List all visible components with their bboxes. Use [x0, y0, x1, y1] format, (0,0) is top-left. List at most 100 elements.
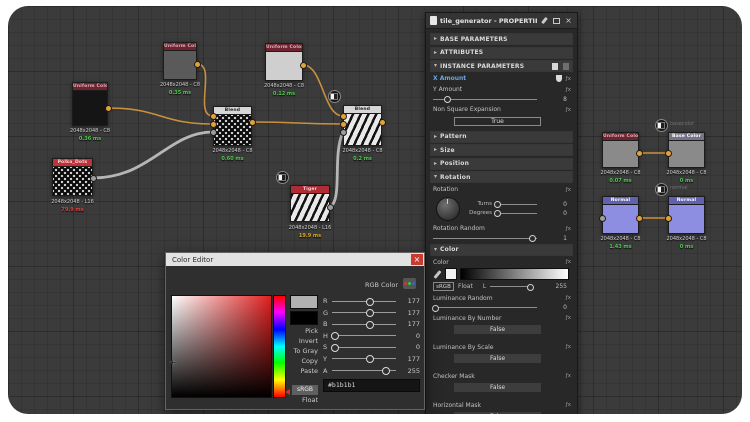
node-pin[interactable] [340, 121, 347, 128]
slider-knob[interactable] [331, 332, 339, 340]
function-icon[interactable]: ƒx [566, 344, 571, 350]
node-pin[interactable] [210, 113, 217, 120]
node-pin[interactable] [90, 175, 97, 182]
channel-slider-b[interactable]: B177 [323, 320, 420, 328]
copy-button[interactable]: Copy [270, 356, 318, 366]
node-tiger[interactable]: Tiger [290, 185, 330, 222]
function-icon[interactable]: ƒx [566, 295, 571, 301]
section-size[interactable]: ▸Size [430, 144, 573, 156]
param-x-amount[interactable]: X Amount ƒx [433, 74, 573, 84]
node-pin[interactable] [599, 215, 606, 222]
function-icon[interactable]: ƒx [566, 107, 571, 113]
paste-button[interactable]: Paste [270, 366, 318, 376]
node-pin[interactable] [340, 113, 347, 120]
channel-slider-h[interactable]: H0 [323, 332, 420, 340]
node-pin[interactable] [249, 119, 256, 126]
preset-load-icon[interactable] [563, 63, 569, 70]
slider-knob[interactable] [366, 309, 374, 317]
slider-knob[interactable] [366, 355, 374, 363]
function-icon[interactable]: ƒx [566, 226, 571, 232]
preset-save-icon[interactable] [552, 63, 558, 70]
node-uniform-color-3[interactable]: Uniform Color [265, 43, 303, 81]
channel-slider-y[interactable]: Y177 [323, 355, 420, 363]
node-uniform-color-4[interactable]: Uniform Color [602, 132, 639, 168]
node-pin[interactable] [327, 204, 334, 211]
function-icon[interactable]: ƒx [566, 187, 571, 193]
slider-knob[interactable] [444, 96, 451, 103]
section-rotation[interactable]: ▾ Rotation [430, 171, 573, 183]
function-icon[interactable]: ƒx [566, 373, 571, 379]
float-label[interactable]: Float [270, 395, 318, 405]
eyedropper-icon[interactable] [433, 270, 441, 279]
node-pin[interactable] [340, 129, 347, 136]
color-mode-label[interactable]: RGB Color [365, 281, 398, 289]
slider-knob[interactable] [494, 210, 501, 217]
section-pattern[interactable]: ▸Pattern [430, 131, 573, 143]
section-position[interactable]: ▸Position [430, 158, 573, 170]
slider-knob[interactable] [529, 235, 536, 242]
node-graph-canvas[interactable]: Uniform Color2048x2048 - C80.36 msUnifor… [8, 6, 742, 414]
luminance-by-number-button[interactable]: False [454, 325, 541, 334]
srgb-button[interactable]: sRGB [433, 282, 454, 291]
node-pin[interactable] [300, 62, 307, 69]
checker-mask-button[interactable]: False [454, 383, 541, 392]
channel-slider-r[interactable]: R177 [323, 297, 420, 305]
output-badge-icon[interactable] [655, 183, 668, 196]
node-pin[interactable] [665, 150, 672, 157]
node-pin[interactable] [665, 215, 672, 222]
y-amount-slider[interactable]: 8 [433, 95, 573, 104]
node-uniform-color-2[interactable]: Uniform Color [163, 42, 197, 80]
invert-button[interactable]: Invert [270, 336, 318, 346]
slider-knob[interactable] [366, 321, 374, 329]
color-editor-titlebar[interactable]: Color Editor × [166, 253, 424, 266]
saturation-value-picker[interactable]: + [171, 295, 272, 398]
degrees-slider[interactable]: Degrees 0 [466, 209, 573, 218]
non-square-expansion-button[interactable]: True [454, 117, 541, 126]
node-pin[interactable] [105, 105, 112, 112]
node-uniform-color-1[interactable]: Uniform Color [72, 82, 108, 126]
channel-slider-g[interactable]: G177 [323, 309, 420, 317]
pick-button[interactable]: Pick [270, 326, 318, 336]
turns-slider[interactable]: Turns 0 [466, 200, 573, 209]
rotation-dial[interactable] [436, 197, 460, 221]
channel-slider-a[interactable]: A255 [323, 367, 420, 375]
output-badge-icon[interactable] [655, 119, 668, 132]
function-icon[interactable]: ƒx [566, 315, 571, 321]
color-swatch[interactable] [445, 268, 457, 280]
close-icon[interactable]: × [411, 254, 423, 265]
output-badge-icon[interactable] [328, 90, 341, 103]
output-badge-icon[interactable] [276, 171, 289, 184]
slider-knob[interactable] [331, 344, 339, 352]
luminance-by-scale-button[interactable]: False [454, 354, 541, 363]
slider-knob[interactable] [494, 201, 501, 208]
node-base-color-output[interactable]: Base Color [668, 132, 705, 168]
grayscale-gradient-bar[interactable] [460, 268, 569, 280]
luminance-random-slider[interactable]: 0 [433, 303, 573, 312]
pin-icon[interactable] [540, 16, 549, 25]
section-attributes[interactable]: ▸ATTRIBUTES [430, 47, 573, 59]
channel-slider-s[interactable]: S0 [323, 343, 420, 351]
node-blend-2[interactable]: Blend [343, 105, 382, 146]
node-pin[interactable] [379, 119, 386, 126]
node-pin[interactable] [636, 150, 643, 157]
slider-knob[interactable] [432, 305, 439, 312]
node-normal-1[interactable]: Normal [602, 196, 639, 234]
function-icon[interactable]: ƒx [566, 259, 571, 265]
node-polka-dots[interactable]: Polka_Dots [52, 158, 93, 196]
color-mode-icon[interactable] [403, 278, 416, 289]
function-icon[interactable]: ƒx [566, 76, 571, 82]
slider-knob[interactable] [382, 367, 390, 375]
horizontal-mask-button[interactable]: False [454, 412, 541, 414]
section-base-parameters[interactable]: ▸BASE PARAMETERS [430, 33, 573, 45]
close-icon[interactable]: × [564, 16, 573, 25]
srgb-button[interactable]: sRGB [292, 385, 318, 395]
node-pin[interactable] [210, 121, 217, 128]
popout-icon[interactable] [552, 16, 561, 25]
to-gray-button[interactable]: To Gray [270, 346, 318, 356]
slider-knob[interactable] [527, 284, 534, 291]
node-pin[interactable] [636, 215, 643, 222]
hex-input[interactable]: #b1b1b1 [323, 379, 420, 392]
function-icon[interactable]: ƒx [566, 402, 571, 408]
node-blend-1[interactable]: Blend [213, 106, 252, 146]
node-pin[interactable] [210, 129, 217, 136]
